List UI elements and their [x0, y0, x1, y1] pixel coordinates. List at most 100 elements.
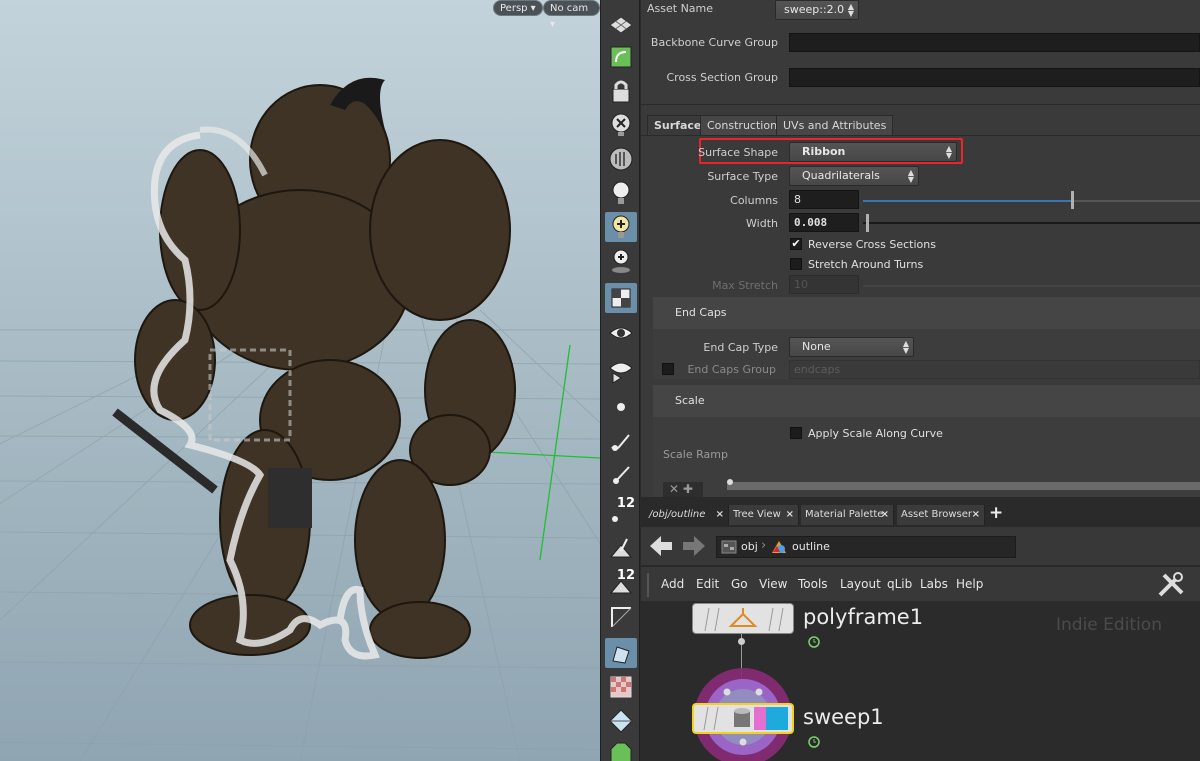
tab-material-palette[interactable]: Material Palette ×	[801, 505, 894, 525]
no-light-tool[interactable]	[605, 110, 637, 140]
menu-add[interactable]: Add	[661, 577, 684, 591]
network-canvas[interactable]: Indie Edition polyframe1 sweep1	[641, 601, 1200, 761]
menu-help[interactable]: Help	[956, 577, 983, 591]
close-icon[interactable]: ×	[972, 505, 980, 525]
cross-section-group-field[interactable]	[789, 68, 1200, 87]
asset-name-value: sweep::2.0	[784, 3, 845, 16]
menu-edit[interactable]: Edit	[696, 577, 719, 591]
breadcrumb-outline[interactable]: outline	[792, 540, 830, 553]
apply-scale-along-curve-checkbox[interactable]	[790, 427, 802, 439]
max-stretch-slider-track	[863, 285, 1200, 287]
menu-labs[interactable]: Labs	[920, 577, 948, 591]
light-off-icon	[611, 113, 631, 136]
normal-light-tool[interactable]	[605, 178, 637, 208]
grid-plane-icon	[609, 16, 633, 34]
display-options-tool[interactable]	[605, 10, 637, 40]
render-view-tool[interactable]	[605, 355, 637, 385]
lock-camera-tool[interactable]	[605, 76, 637, 106]
cross-section-group-label: Cross Section Group	[666, 71, 778, 84]
headlight-icon	[609, 147, 633, 171]
end-cap-type-value: None	[802, 340, 831, 353]
width-slider-track[interactable]	[863, 222, 1200, 224]
ramp-add-remove-buttons[interactable]: ✕ ✚	[663, 482, 703, 497]
point-numbers-tool[interactable]: 12	[605, 496, 637, 526]
node-sweep1[interactable]	[692, 703, 794, 734]
high-quality-light-tool[interactable]	[605, 212, 637, 242]
network-menubar: Add Edit Go View Tools Layout qLib Labs …	[641, 567, 1200, 601]
columns-field[interactable]: 8	[789, 190, 859, 209]
tab-obj-outline[interactable]: /obj/outline ×	[645, 505, 729, 525]
stretch-around-turns-checkbox[interactable]	[790, 258, 802, 270]
close-icon[interactable]: ×	[881, 505, 889, 525]
close-icon[interactable]: ×	[786, 505, 794, 525]
tab-underline	[641, 135, 1200, 136]
menu-tools[interactable]: Tools	[798, 577, 828, 591]
node-polyframe1[interactable]	[692, 603, 794, 634]
reverse-cross-sections-checkbox[interactable]: ✔	[790, 238, 802, 250]
end-cap-type-dropdown[interactable]: None ▲ ▼	[789, 337, 914, 357]
primitive-normals-tool[interactable]	[605, 532, 637, 562]
shading-mode-tool[interactable]	[605, 283, 637, 313]
3d-viewport[interactable]: Persp ▾ No cam ▾	[0, 0, 600, 761]
menu-qlib[interactable]: qLib	[887, 577, 912, 591]
geo-object-icon	[772, 541, 786, 553]
normals-tool[interactable]	[605, 426, 637, 456]
menu-go[interactable]: Go	[731, 577, 748, 591]
menu-view[interactable]: View	[759, 577, 787, 591]
columns-slider-handle[interactable]	[1070, 191, 1074, 209]
polyframe-node-icon	[704, 607, 784, 632]
stretch-around-turns-label: Stretch Around Turns	[808, 258, 924, 271]
scale-folder[interactable]: Scale	[653, 385, 1200, 417]
normal-vector-icon	[611, 434, 630, 451]
menu-layout[interactable]: Layout	[840, 577, 881, 591]
point-normals-tool[interactable]	[605, 460, 637, 490]
shadow-light-tool[interactable]	[605, 246, 637, 276]
viewport-toolbar: 12 12	[600, 0, 640, 761]
perspective-menu-button[interactable]: Persp ▾	[493, 0, 543, 16]
primitive-numbers-tool[interactable]: 12	[605, 568, 637, 598]
backbone-curve-group-field[interactable]	[789, 33, 1200, 52]
back-arrow-icon[interactable]	[648, 534, 674, 558]
eye-icon	[609, 327, 633, 339]
close-icon[interactable]: ×	[716, 505, 724, 525]
point-display-tool[interactable]	[605, 392, 637, 422]
snap-tool[interactable]	[605, 42, 637, 72]
tools-wrench-icon[interactable]	[1156, 571, 1188, 599]
surface-shape-dropdown[interactable]: Ribbon ▲ ▼	[789, 142, 957, 162]
updown-arrows-icon: ▲ ▼	[945, 144, 952, 160]
updown-arrows-icon: ▲ ▼	[907, 168, 914, 184]
columns-slider-fill	[863, 200, 1072, 202]
light-shadow-icon	[612, 249, 630, 273]
hide-other-objects-tool[interactable]	[605, 318, 637, 348]
indie-edition-watermark: Indie Edition	[1056, 615, 1162, 635]
breadcrumb-separator: ›	[761, 538, 767, 553]
end-caps-folder[interactable]: End Caps	[653, 297, 1200, 329]
edge-display-tool[interactable]	[605, 602, 637, 632]
tab-asset-browser[interactable]: Asset Browser ×	[897, 505, 985, 525]
tab-uvs-and-attributes[interactable]: UVs and Attributes	[776, 115, 894, 135]
ramp-key-handle[interactable]	[727, 479, 733, 485]
breadcrumb-obj[interactable]: obj	[741, 540, 758, 553]
scale-ramp-widget[interactable]	[727, 482, 1200, 490]
surface-type-dropdown[interactable]: Quadrilaterals ▲ ▼	[789, 166, 919, 186]
add-tab-button[interactable]: +	[989, 503, 1003, 523]
width-label: Width	[746, 217, 778, 230]
guide-display-tool[interactable]	[605, 706, 637, 736]
forward-arrow-icon[interactable]	[681, 534, 707, 558]
asset-name-dropdown[interactable]: sweep::2.0 ▲ ▼	[775, 0, 859, 20]
output-connector[interactable]	[738, 638, 745, 645]
tab-construction[interactable]: Construction	[700, 115, 785, 135]
end-cap-type-label: End Cap Type	[703, 341, 778, 354]
tab-tree-view[interactable]: Tree View ×	[729, 505, 799, 525]
tab-label: Material Palette	[805, 509, 884, 520]
headlight-tool[interactable]	[605, 144, 637, 174]
width-field[interactable]: 0.008	[789, 213, 859, 232]
uv-display-tool[interactable]	[605, 672, 637, 702]
camera-menu-button[interactable]: No cam ▾	[543, 0, 600, 30]
tab-label: Tree View	[733, 509, 781, 520]
template-display-tool[interactable]	[605, 638, 637, 668]
pane-tab-bar: /obj/outline × Tree View × Material Palett…	[641, 503, 1200, 525]
primitive-number-badge: 12	[616, 568, 635, 583]
group-display-tool[interactable]	[605, 738, 637, 761]
width-slider-handle[interactable]	[866, 214, 869, 232]
